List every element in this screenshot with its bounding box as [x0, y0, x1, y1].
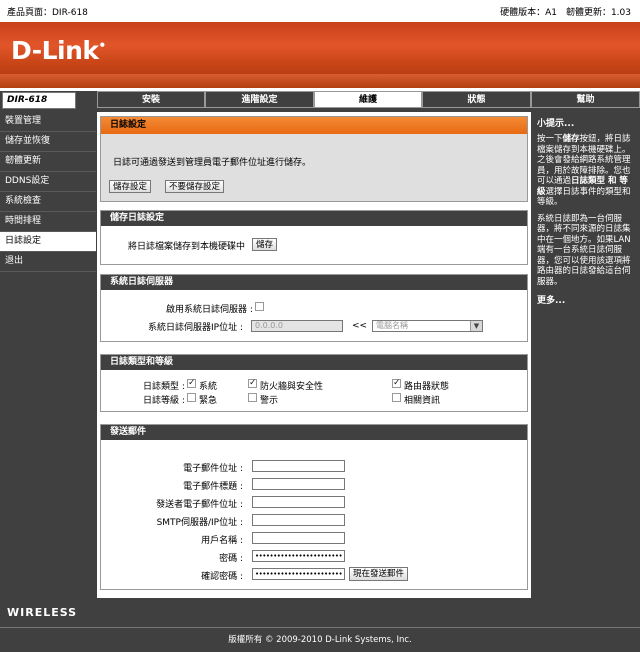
level-info-checkbox[interactable]: [392, 393, 401, 402]
confirm-password-input[interactable]: ••••••••••••••••••••••••: [252, 568, 345, 580]
help-title: 小提示...: [537, 119, 575, 129]
email-section: 發送郵件 電子郵件位址 : 電子郵件標題 : 發送者電子郵件位址 : SMTP伺…: [100, 424, 528, 590]
brand-name: D-Link: [11, 36, 99, 65]
log-settings-title: 日誌設定: [101, 117, 527, 134]
copyright-footer: 版權所有 © 2009-2010 D-Link Systems, Inc.: [0, 627, 640, 651]
wireless-logo: WIRELESS: [7, 606, 78, 619]
sidebar-item-log-settings[interactable]: 日誌設定: [0, 232, 96, 252]
sidebar: 裝置管理 儲存並恢復 韌體更新 DDNS設定 系統檢查 時間排程 日誌設定 退出: [0, 112, 96, 598]
main-content: 日誌設定 日誌可通過發送到管理員電子郵件位址進行儲存。 儲存設定 不要儲存設定 …: [97, 112, 531, 598]
email-subject-input[interactable]: [252, 478, 345, 490]
hardware-firmware-label: 硬體版本：A1 韌體更新：1.03: [500, 8, 631, 18]
save-log-button[interactable]: 儲存: [252, 238, 278, 251]
level-info-label: 相關資訊: [404, 396, 441, 406]
tab-maintenance[interactable]: 維護: [314, 91, 422, 108]
type-system-checkbox[interactable]: ✓: [187, 379, 196, 388]
email-address-label: 電子郵件位址 :: [183, 464, 243, 474]
type-system-label: 系統: [199, 382, 218, 392]
log-type-title: 日誌類型和等級: [101, 355, 527, 370]
help-text-1e: 選擇日誌事件的類型和等級。: [537, 186, 631, 208]
sender-email-label: 發送者電子郵件位址 :: [156, 500, 243, 510]
smtp-server-label: SMTP伺服器/IP位址 :: [156, 518, 243, 528]
log-settings-section: 日誌設定 日誌可通過發送到管理員電子郵件位址進行儲存。 儲存設定 不要儲存設定: [100, 116, 528, 202]
tab-status[interactable]: 狀態: [422, 91, 531, 108]
banner-stripe: [0, 74, 640, 88]
brand-banner: D-Link•: [0, 22, 640, 88]
top-info-bar: 產品頁面：DIR-618 硬體版本：A1 韌體更新：1.03: [0, 0, 640, 22]
syslog-ip-input[interactable]: 0.0.0.0: [251, 320, 343, 332]
log-type-label: 日誌類型 :: [143, 382, 185, 392]
level-warning-label: 警示: [260, 396, 279, 406]
save-log-section: 儲存日誌設定 將日誌檔案儲存到本機硬碟中 儲存: [100, 210, 528, 265]
model-slash-decor: //: [48, 90, 58, 111]
log-settings-description: 日誌可通過發送到管理員電子郵件位址進行儲存。: [113, 158, 312, 168]
type-firewall-label: 防火牆與安全性: [260, 382, 324, 392]
sidebar-item-firmware[interactable]: 韌體更新: [0, 152, 96, 172]
dlink-logo: D-Link•: [11, 36, 106, 65]
username-label: 用戶名稱 :: [201, 536, 243, 546]
tab-help[interactable]: 幫助: [531, 91, 640, 108]
send-mail-now-button[interactable]: 現在發送郵件: [349, 567, 409, 581]
syslog-section: 系統日誌伺服器 啟用系統日誌伺服器 : 系統日誌伺服器IP位址 : 0.0.0.…: [100, 274, 528, 342]
email-address-input[interactable]: [252, 460, 345, 472]
email-title: 發送郵件: [101, 425, 527, 440]
sidebar-item-system-check[interactable]: 系統檢查: [0, 192, 96, 212]
help-text-1a: 按一下: [537, 134, 563, 144]
main-nav: DIR-618 // 安裝 進階設定 維護 狀態 幫助: [0, 90, 640, 111]
save-log-label: 將日誌檔案儲存到本機硬碟中: [128, 242, 246, 252]
level-emergency-checkbox[interactable]: [187, 393, 196, 402]
product-page-label: 產品頁面：DIR-618: [7, 8, 88, 18]
syslog-enable-label: 啟用系統日誌伺服器 :: [166, 305, 253, 315]
save-settings-button[interactable]: 儲存設定: [109, 180, 152, 193]
password-input[interactable]: ••••••••••••••••••••••••: [252, 550, 345, 562]
computer-name-value: 電腦名稱: [376, 321, 408, 330]
sidebar-item-logout[interactable]: 退出: [0, 252, 96, 272]
type-firewall-checkbox[interactable]: ✓: [248, 379, 257, 388]
level-warning-checkbox[interactable]: [248, 393, 257, 402]
smtp-server-input[interactable]: [252, 514, 345, 526]
sidebar-item-schedules[interactable]: 時間排程: [0, 212, 96, 232]
computer-name-select[interactable]: 電腦名稱 ▼: [372, 320, 483, 332]
syslog-ip-label: 系統日誌伺服器IP位址 :: [148, 323, 243, 333]
help-panel: 小提示... 按一下儲存按鈕，將日誌檔案儲存到本機硬碟上。之後會發給網路系統管理…: [532, 112, 640, 598]
chevron-down-icon: ▼: [470, 321, 482, 331]
help-paragraph-save: 按一下儲存按鈕，將日誌檔案儲存到本機硬碟上。之後會發給網路系統管理員，用於故障排…: [532, 132, 640, 212]
sender-email-input[interactable]: [252, 496, 345, 508]
sidebar-item-save-restore[interactable]: 儲存並恢復: [0, 132, 96, 152]
log-level-label: 日誌等級 :: [143, 396, 185, 406]
confirm-password-label: 確認密碼 :: [201, 572, 243, 582]
help-paragraph-syslog: 系統日誌即為一台伺服器，將不同來源的日誌集中在一個地方。如果LAN端有一台系統日…: [537, 213, 631, 287]
help-text-1b: 儲存: [562, 134, 580, 144]
syslog-enable-checkbox[interactable]: [255, 302, 264, 311]
tab-setup[interactable]: 安裝: [97, 91, 205, 108]
sidebar-item-ddns[interactable]: DDNS設定: [0, 172, 96, 192]
type-router-status-label: 路由器狀態: [404, 382, 450, 392]
password-label: 密碼 :: [219, 554, 243, 564]
log-type-section: 日誌類型和等級 日誌類型 : ✓ 系統 ✓ 防火牆與安全性 ✓ 路由器狀態 日誌…: [100, 354, 528, 412]
syslog-copy-arrow[interactable]: <<: [352, 321, 367, 331]
username-input[interactable]: [252, 532, 345, 544]
footer-bar: WIRELESS: [0, 598, 640, 627]
tab-advanced[interactable]: 進階設定: [205, 91, 314, 108]
type-router-status-checkbox[interactable]: ✓: [392, 379, 401, 388]
logo-dot-icon: •: [98, 38, 107, 53]
syslog-title: 系統日誌伺服器: [101, 275, 527, 290]
level-emergency-label: 緊急: [199, 396, 218, 406]
save-log-title: 儲存日誌設定: [101, 211, 527, 226]
help-more-link[interactable]: 更多...: [532, 291, 640, 308]
dont-save-settings-button[interactable]: 不要儲存設定: [165, 180, 225, 193]
email-subject-label: 電子郵件標題 :: [183, 482, 243, 492]
sidebar-item-device-admin[interactable]: 裝置管理: [0, 112, 96, 132]
